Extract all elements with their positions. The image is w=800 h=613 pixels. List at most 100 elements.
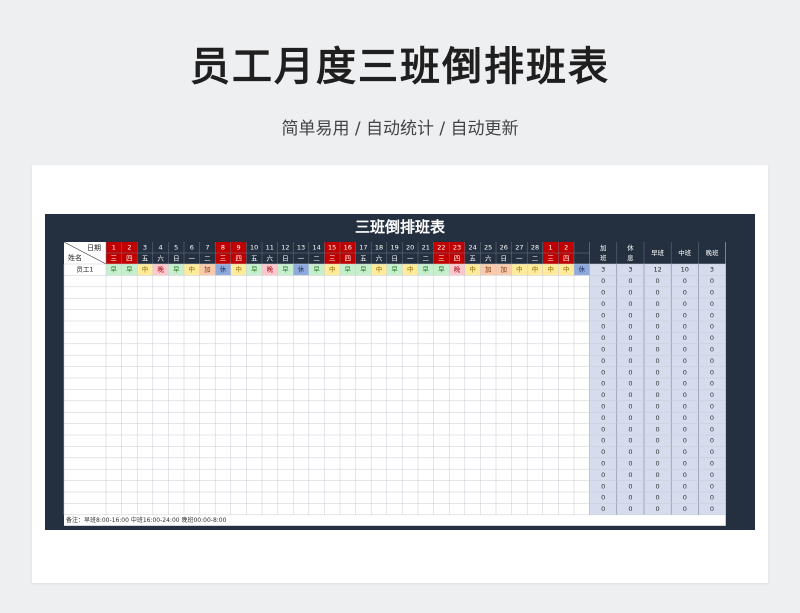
summary-value: 0	[683, 380, 687, 388]
summary-value: 0	[628, 380, 632, 388]
shift-label: 休	[298, 265, 305, 274]
day-number: 8	[221, 244, 225, 252]
summary-value: 0	[656, 460, 660, 468]
summary-value: 0	[683, 448, 687, 456]
weekday-label: 四	[563, 255, 570, 263]
summary-value: 0	[601, 357, 605, 365]
summary-value: 0	[628, 414, 632, 422]
footer-note: 备注：早班8:00-16:00 中班16:00-24:00 晚班00:00-8:…	[66, 516, 227, 524]
summary-value: 0	[628, 334, 632, 342]
day-number: 19	[390, 244, 398, 252]
summary-value: 0	[656, 414, 660, 422]
summary-value: 0	[628, 368, 632, 376]
shift-label: 早	[360, 266, 367, 274]
weekday-label: 五	[251, 255, 258, 263]
shift-label: 休	[579, 265, 586, 274]
weekday-label: 六	[157, 254, 164, 263]
day-number: 13	[297, 244, 305, 252]
summary-value: 0	[656, 357, 660, 365]
summary-value: 0	[656, 346, 660, 354]
summary-value: 0	[683, 368, 687, 376]
summary-value: 0	[656, 300, 660, 308]
shift-label: 早	[313, 266, 320, 274]
summary-value: 0	[683, 460, 687, 468]
summary-value: 0	[601, 311, 605, 319]
summary-value: 0	[628, 403, 632, 411]
weekday-label: 一	[516, 255, 523, 263]
summary-value: 0	[656, 471, 660, 479]
summary-value: 0	[656, 403, 660, 411]
weekday-label: 四	[235, 255, 242, 263]
weekday-label: 四	[126, 255, 132, 263]
day-number: 14	[312, 244, 320, 252]
weekday-label: 一	[189, 255, 196, 263]
summary-value: 0	[601, 414, 605, 422]
summary-value: 0	[710, 300, 714, 308]
day-number: 12	[281, 244, 289, 252]
weekday-label: 二	[423, 255, 430, 263]
shift-label: 早	[438, 266, 445, 274]
summary-header-label: 班	[600, 253, 607, 262]
summary-value: 0	[710, 277, 714, 285]
summary-value: 0	[656, 448, 660, 456]
day-number: 2	[564, 244, 568, 252]
summary-header-label: 中班	[678, 248, 692, 257]
summary-value: 0	[628, 425, 632, 433]
summary-value: 10	[681, 266, 689, 274]
summary-value: 0	[710, 471, 714, 479]
shift-label: 早	[391, 266, 398, 274]
summary-value: 0	[601, 380, 605, 388]
summary-value: 0	[656, 334, 660, 342]
weekday-label: 六	[267, 254, 274, 263]
summary-value: 0	[628, 391, 632, 399]
summary-value: 0	[683, 300, 687, 308]
summary-value: 0	[628, 471, 632, 479]
summary-value: 0	[601, 346, 605, 354]
summary-value: 0	[656, 391, 660, 399]
summary-value: 0	[710, 357, 714, 365]
summary-value: 0	[601, 368, 605, 376]
summary-value: 0	[628, 460, 632, 468]
shift-label: 中	[329, 265, 336, 274]
weekday-label: 三	[547, 255, 554, 263]
day-number: 16	[344, 244, 352, 252]
summary-value: 0	[601, 277, 605, 285]
summary-value: 0	[683, 334, 687, 342]
summary-header-label: 休	[627, 243, 634, 252]
summary-value: 0	[656, 277, 660, 285]
shift-label: 早	[282, 266, 289, 274]
weekday-label: 三	[220, 255, 227, 263]
weekday-label: 日	[391, 255, 398, 263]
shift-label: 早	[251, 266, 258, 274]
employee-name: 员工1	[76, 266, 93, 274]
summary-value: 0	[683, 482, 687, 490]
day-number: 7	[205, 244, 209, 252]
summary-value: 0	[710, 460, 714, 468]
shift-label: 晚	[157, 265, 164, 274]
day-number: 21	[422, 244, 430, 252]
weekday-label: 二	[204, 255, 211, 263]
shift-label: 早	[126, 266, 133, 274]
summary-value: 0	[628, 482, 632, 490]
summary-value: 0	[683, 311, 687, 319]
day-number: 24	[468, 244, 476, 252]
day-number: 9	[237, 244, 241, 252]
weekday-label: 六	[376, 254, 383, 263]
summary-value: 0	[683, 471, 687, 479]
weekday-label: 五	[469, 255, 476, 263]
summary-value: 0	[710, 414, 714, 422]
summary-header-label: 加	[600, 243, 607, 252]
summary-value: 3	[710, 266, 714, 274]
shift-label: 晚	[267, 265, 274, 274]
summary-value: 0	[710, 437, 714, 445]
header-date-label: 日期	[87, 244, 101, 252]
shift-label: 中	[469, 265, 476, 274]
weekday-label: 五	[360, 255, 367, 263]
summary-value: 0	[710, 403, 714, 411]
weekday-label: 二	[313, 255, 320, 263]
shift-label: 中	[189, 265, 196, 274]
day-number: 1	[549, 244, 553, 252]
summary-value: 0	[656, 311, 660, 319]
summary-value: 0	[628, 323, 632, 331]
summary-value: 0	[601, 323, 605, 331]
